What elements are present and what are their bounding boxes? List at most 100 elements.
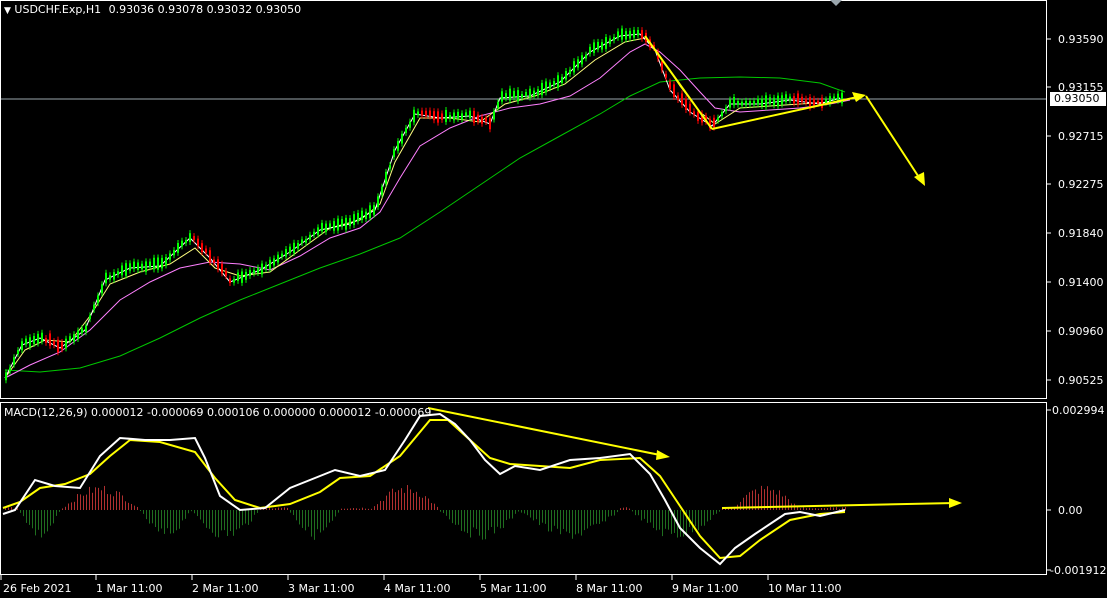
candle-body — [29, 337, 31, 347]
macd-histogram-bar — [152, 510, 153, 524]
candle-body — [725, 107, 727, 112]
candle-body — [813, 98, 815, 106]
macd-histogram-bar — [551, 510, 552, 532]
macd-arrowhead-1 — [656, 450, 670, 460]
macd-histogram-bar — [431, 503, 432, 510]
macd-histogram-bar — [107, 494, 108, 510]
macd-histogram-bar — [419, 496, 420, 510]
macd-histogram-bar — [560, 510, 561, 535]
candle-body — [5, 372, 7, 381]
candle-body — [545, 81, 547, 93]
macd-histogram-bar — [17, 508, 18, 510]
candle-body — [33, 336, 35, 345]
macd-histogram-bar — [602, 510, 603, 522]
macd-histogram-bar — [713, 510, 714, 515]
time-label: 8 Mar 11:00 — [576, 582, 643, 595]
candle-body — [273, 258, 275, 266]
macd-histogram-bar — [350, 508, 351, 510]
macd-histogram-bar — [575, 510, 576, 535]
candle-body — [821, 97, 823, 108]
triangle-down-icon[interactable]: ▼ — [4, 6, 11, 16]
price-label: 0.90960 — [1058, 325, 1104, 338]
macd-histogram-bar — [413, 492, 414, 510]
macd-histogram-bar — [359, 508, 360, 510]
macd-histogram-bar — [203, 510, 204, 524]
macd-histogram-bar — [461, 510, 462, 531]
macd-histogram-bar — [527, 510, 528, 516]
candle-body — [565, 71, 567, 80]
candle-body — [41, 332, 43, 342]
candle-body — [541, 82, 543, 96]
candle-body — [321, 222, 323, 232]
candle-body — [825, 99, 827, 103]
price-label: 0.91840 — [1058, 227, 1104, 240]
macd-histogram-bar — [146, 510, 147, 520]
candle-body — [633, 29, 635, 38]
macd-histogram-bar — [23, 510, 24, 517]
macd-histogram-bar — [509, 510, 510, 519]
candle-body — [341, 219, 343, 227]
price-label: 0.93590 — [1058, 33, 1104, 46]
candle-body — [213, 259, 215, 263]
macd-histogram-bar — [257, 510, 258, 513]
macd-histogram-bar — [563, 510, 564, 529]
macd-histogram-bar — [377, 504, 378, 510]
candle-body — [233, 278, 235, 283]
candle-body — [37, 333, 39, 344]
macd-line — [2, 412, 846, 566]
macd-histogram-bar — [116, 491, 117, 510]
macd-histogram-bar — [71, 502, 72, 510]
macd-histogram-bar — [233, 510, 234, 536]
macd-histogram-bar — [806, 508, 807, 510]
candle-body — [769, 97, 771, 104]
macd-histogram-bar — [296, 510, 297, 521]
candle-body — [497, 101, 499, 109]
macd-histogram-bar — [698, 510, 699, 531]
candle-body — [513, 90, 515, 98]
macd-histogram-bar — [332, 510, 333, 521]
candle-body — [401, 133, 403, 144]
chart-canvas[interactable] — [0, 0, 1107, 598]
candle-body — [101, 284, 103, 294]
candle-body — [405, 127, 407, 133]
macd-histogram-bar — [500, 510, 501, 529]
macd-histogram-bar — [578, 510, 579, 534]
candle-body — [121, 265, 123, 276]
macd-histogram-bar — [347, 508, 348, 510]
candle-body — [693, 111, 695, 115]
macd-histogram-bar — [443, 510, 444, 514]
macd-histogram-bar — [452, 510, 453, 524]
candle-body — [113, 272, 115, 280]
candle-body — [169, 253, 171, 260]
candle-body — [529, 88, 531, 98]
candle-body — [309, 234, 311, 240]
candle-body — [457, 111, 459, 119]
macd-histogram-bar — [617, 510, 618, 513]
macd-histogram-bar — [839, 508, 840, 510]
macd-histogram-bar — [161, 510, 162, 529]
candle-body — [793, 96, 795, 104]
macd-histogram-bar — [218, 510, 219, 538]
macd-histogram-bar — [242, 510, 243, 526]
triangle-marker-icon[interactable] — [830, 0, 842, 6]
macd-histogram-bar — [98, 487, 99, 510]
macd-histogram-bar — [380, 500, 381, 510]
candle-body — [345, 217, 347, 230]
macd-histogram-bar — [596, 510, 597, 524]
candle-body — [413, 109, 415, 123]
macd-annotation — [427, 407, 956, 509]
macd-histogram-bar — [344, 508, 345, 510]
candle-body — [25, 338, 27, 345]
candle-body — [13, 357, 15, 365]
candle-body — [837, 93, 839, 101]
macd-histogram-bar — [326, 510, 327, 528]
macd-histogram-bar — [305, 510, 306, 531]
candle-body — [577, 59, 579, 68]
macd-histogram-bar — [515, 510, 516, 514]
macd-histogram-bar — [11, 507, 12, 510]
macd-histogram-bar — [824, 508, 825, 510]
time-label: 26 Feb 2021 — [3, 582, 72, 595]
candle-body — [329, 223, 331, 228]
macd-histogram-bar — [401, 488, 402, 510]
candle-body — [73, 334, 75, 342]
